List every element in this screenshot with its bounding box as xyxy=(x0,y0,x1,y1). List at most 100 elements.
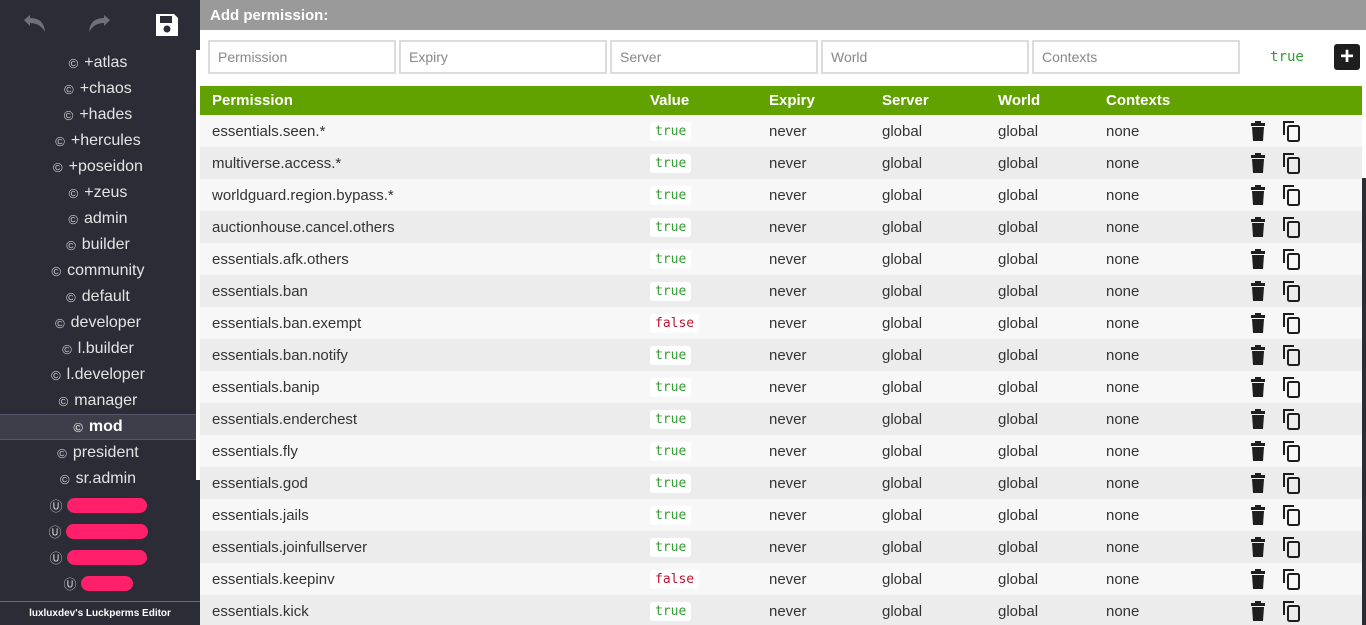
server-cell[interactable]: global xyxy=(882,339,922,371)
contexts-cell[interactable]: none xyxy=(1106,179,1139,211)
expiry-cell[interactable]: never xyxy=(769,115,807,147)
value-toggle-pill[interactable]: true xyxy=(650,185,692,205)
server-cell[interactable]: global xyxy=(882,435,922,467)
sidebar-group-atlas[interactable]: © +atlas xyxy=(0,50,196,76)
copy-icon[interactable] xyxy=(1281,435,1301,467)
value-toggle-pill[interactable]: true xyxy=(650,441,692,461)
value-toggle-pill[interactable]: true xyxy=(650,473,692,493)
expiry-cell[interactable]: never xyxy=(769,179,807,211)
sidebar-group-l-developer[interactable]: © l.developer xyxy=(0,362,196,388)
world-cell[interactable]: global xyxy=(998,275,1038,307)
permission-cell[interactable]: essentials.afk.others xyxy=(212,243,349,275)
server-cell[interactable]: global xyxy=(882,595,922,625)
permission-cell[interactable]: essentials.fly xyxy=(212,435,298,467)
expiry-cell[interactable]: never xyxy=(769,499,807,531)
sidebar-group-mod[interactable]: © mod xyxy=(0,414,196,440)
server-cell[interactable]: global xyxy=(882,499,922,531)
contexts-cell[interactable]: none xyxy=(1106,467,1139,499)
copy-icon[interactable] xyxy=(1281,211,1301,243)
contexts-cell[interactable]: none xyxy=(1106,147,1139,179)
expiry-cell[interactable]: never xyxy=(769,403,807,435)
undo-icon[interactable] xyxy=(20,11,48,39)
sidebar-group-sr-admin[interactable]: © sr.admin xyxy=(0,466,196,492)
copy-icon[interactable] xyxy=(1281,499,1301,531)
server-input[interactable] xyxy=(610,40,818,74)
value-toggle-pill[interactable]: true xyxy=(650,601,692,621)
sidebar-group-community[interactable]: © community xyxy=(0,258,196,284)
world-cell[interactable]: global xyxy=(998,499,1038,531)
value-toggle-pill[interactable]: true xyxy=(650,217,692,237)
sidebar-group-chaos[interactable]: © +chaos xyxy=(0,76,196,102)
sidebar-group-hades[interactable]: © +hades xyxy=(0,102,196,128)
value-toggle-pill[interactable]: true xyxy=(650,121,692,141)
contexts-cell[interactable]: none xyxy=(1106,435,1139,467)
expiry-cell[interactable]: never xyxy=(769,307,807,339)
sidebar-group-zeus[interactable]: © +zeus xyxy=(0,180,196,206)
header-server[interactable]: Server xyxy=(882,86,929,115)
world-cell[interactable]: global xyxy=(998,435,1038,467)
trash-icon[interactable] xyxy=(1250,179,1266,211)
copy-icon[interactable] xyxy=(1281,147,1301,179)
contexts-cell[interactable]: none xyxy=(1106,531,1139,563)
sidebar-user-redacted[interactable]: Ⓤ xyxy=(0,492,196,518)
sidebar-group-admin[interactable]: © admin xyxy=(0,206,196,232)
permission-cell[interactable]: essentials.seen.* xyxy=(212,115,325,147)
trash-icon[interactable] xyxy=(1250,275,1266,307)
permission-cell[interactable]: essentials.enderchest xyxy=(212,403,357,435)
trash-icon[interactable] xyxy=(1250,371,1266,403)
trash-icon[interactable] xyxy=(1250,403,1266,435)
expiry-cell[interactable]: never xyxy=(769,147,807,179)
permission-cell[interactable]: worldguard.region.bypass.* xyxy=(212,179,394,211)
sidebar-user-redacted[interactable]: Ⓤ xyxy=(0,518,196,544)
world-cell[interactable]: global xyxy=(998,147,1038,179)
trash-icon[interactable] xyxy=(1250,211,1266,243)
expiry-cell[interactable]: never xyxy=(769,243,807,275)
trash-icon[interactable] xyxy=(1250,307,1266,339)
world-cell[interactable]: global xyxy=(998,403,1038,435)
expiry-cell[interactable]: never xyxy=(769,595,807,625)
value-toggle-pill[interactable]: true xyxy=(650,537,692,557)
world-cell[interactable]: global xyxy=(998,563,1038,595)
value-toggle-pill[interactable]: true xyxy=(650,153,692,173)
contexts-input[interactable] xyxy=(1032,40,1240,74)
header-world[interactable]: World xyxy=(998,86,1040,115)
trash-icon[interactable] xyxy=(1250,595,1266,625)
world-input[interactable] xyxy=(821,40,1029,74)
contexts-cell[interactable]: none xyxy=(1106,595,1139,625)
trash-icon[interactable] xyxy=(1250,115,1266,147)
server-cell[interactable]: global xyxy=(882,307,922,339)
copy-icon[interactable] xyxy=(1281,467,1301,499)
sidebar-group-l-builder[interactable]: © l.builder xyxy=(0,336,196,362)
copy-icon[interactable] xyxy=(1281,563,1301,595)
server-cell[interactable]: global xyxy=(882,243,922,275)
world-cell[interactable]: global xyxy=(998,531,1038,563)
server-cell[interactable]: global xyxy=(882,563,922,595)
contexts-cell[interactable]: none xyxy=(1106,307,1139,339)
contexts-cell[interactable]: none xyxy=(1106,563,1139,595)
permission-cell[interactable]: essentials.ban xyxy=(212,275,308,307)
permission-cell[interactable]: auctionhouse.cancel.others xyxy=(212,211,395,243)
contexts-cell[interactable]: none xyxy=(1106,371,1139,403)
permission-cell[interactable]: essentials.ban.exempt xyxy=(212,307,361,339)
world-cell[interactable]: global xyxy=(998,371,1038,403)
permission-cell[interactable]: essentials.kick xyxy=(212,595,309,625)
copy-icon[interactable] xyxy=(1281,307,1301,339)
permission-cell[interactable]: essentials.joinfullserver xyxy=(212,531,367,563)
world-cell[interactable]: global xyxy=(998,211,1038,243)
redo-icon[interactable] xyxy=(86,11,114,39)
server-cell[interactable]: global xyxy=(882,531,922,563)
header-value[interactable]: Value xyxy=(650,86,689,115)
sidebar-group-president[interactable]: © president xyxy=(0,440,196,466)
trash-icon[interactable] xyxy=(1250,499,1266,531)
copy-icon[interactable] xyxy=(1281,531,1301,563)
copy-icon[interactable] xyxy=(1281,243,1301,275)
expiry-input[interactable] xyxy=(399,40,607,74)
table-scrollbar[interactable] xyxy=(1362,178,1366,625)
sidebar-group-manager[interactable]: © manager xyxy=(0,388,196,414)
expiry-cell[interactable]: never xyxy=(769,467,807,499)
server-cell[interactable]: global xyxy=(882,211,922,243)
copy-icon[interactable] xyxy=(1281,115,1301,147)
server-cell[interactable]: global xyxy=(882,179,922,211)
save-icon[interactable] xyxy=(153,11,181,39)
contexts-cell[interactable]: none xyxy=(1106,339,1139,371)
